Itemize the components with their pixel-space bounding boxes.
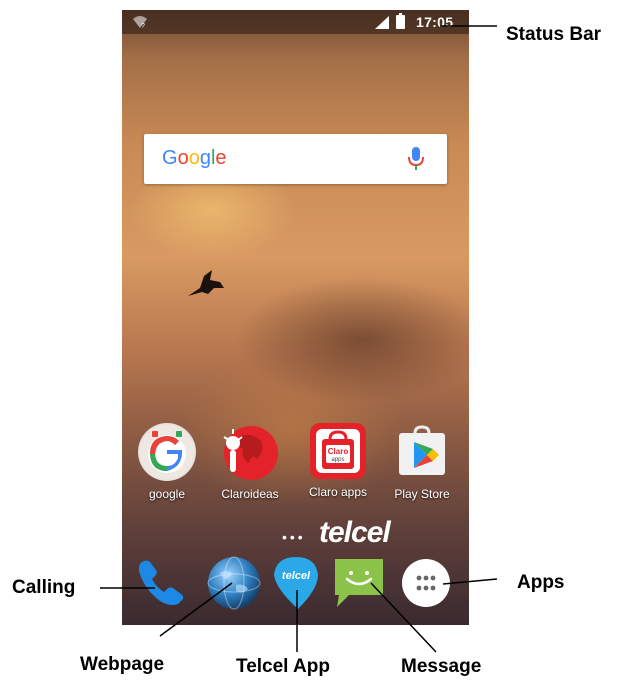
globe-icon[interactable] [206,555,262,611]
wifi-icon: ? [133,16,147,29]
google-app-icon [138,423,196,481]
signal-icon [375,16,389,29]
claroideas-app-icon [221,423,279,481]
page-indicator: ••• [282,529,306,545]
app-label: google [148,487,186,501]
app-label: Play Store [394,487,450,501]
claro-apps-icon: Claro apps [310,423,366,479]
phone-icon[interactable] [134,555,190,611]
callout-webpage: Webpage [80,654,165,675]
claro-badge-bottom: apps [331,457,344,463]
app-google[interactable]: google [132,423,202,501]
apps-drawer-icon[interactable] [398,555,454,611]
play-store-icon [393,423,451,481]
callout-apps: Apps [517,572,565,593]
status-clock: 17:05 [416,14,454,30]
app-label: Claro apps [308,485,368,499]
phone-screen: ? 17:05 Google google Claroideas Claro a… [122,10,469,625]
telcel-icon[interactable]: telcel [268,555,324,611]
callout-status-bar: Status Bar [506,24,602,45]
app-claroideas[interactable]: Claroideas [215,423,285,501]
app-play-store[interactable]: Play Store [387,423,457,501]
bird-silhouette [188,270,224,296]
mic-icon[interactable] [408,146,424,172]
svg-text:?: ? [141,23,145,29]
battery-icon [396,13,405,29]
callout-message: Message [401,656,482,677]
telcel-icon-text: telcel [282,570,311,582]
callout-calling: Calling [12,577,76,598]
claro-badge-top: Claro [328,447,349,456]
status-bar: ? 17:05 [122,10,469,34]
app-claro-apps[interactable]: Claro apps Claro apps [303,423,373,499]
telcel-logo: telcel [319,516,391,549]
app-label: Claroideas [221,487,279,501]
message-icon[interactable] [331,555,387,611]
google-search-bar[interactable]: Google [144,134,447,184]
callout-telcel-app: Telcel App [236,656,330,677]
google-logo: Google [162,147,227,169]
